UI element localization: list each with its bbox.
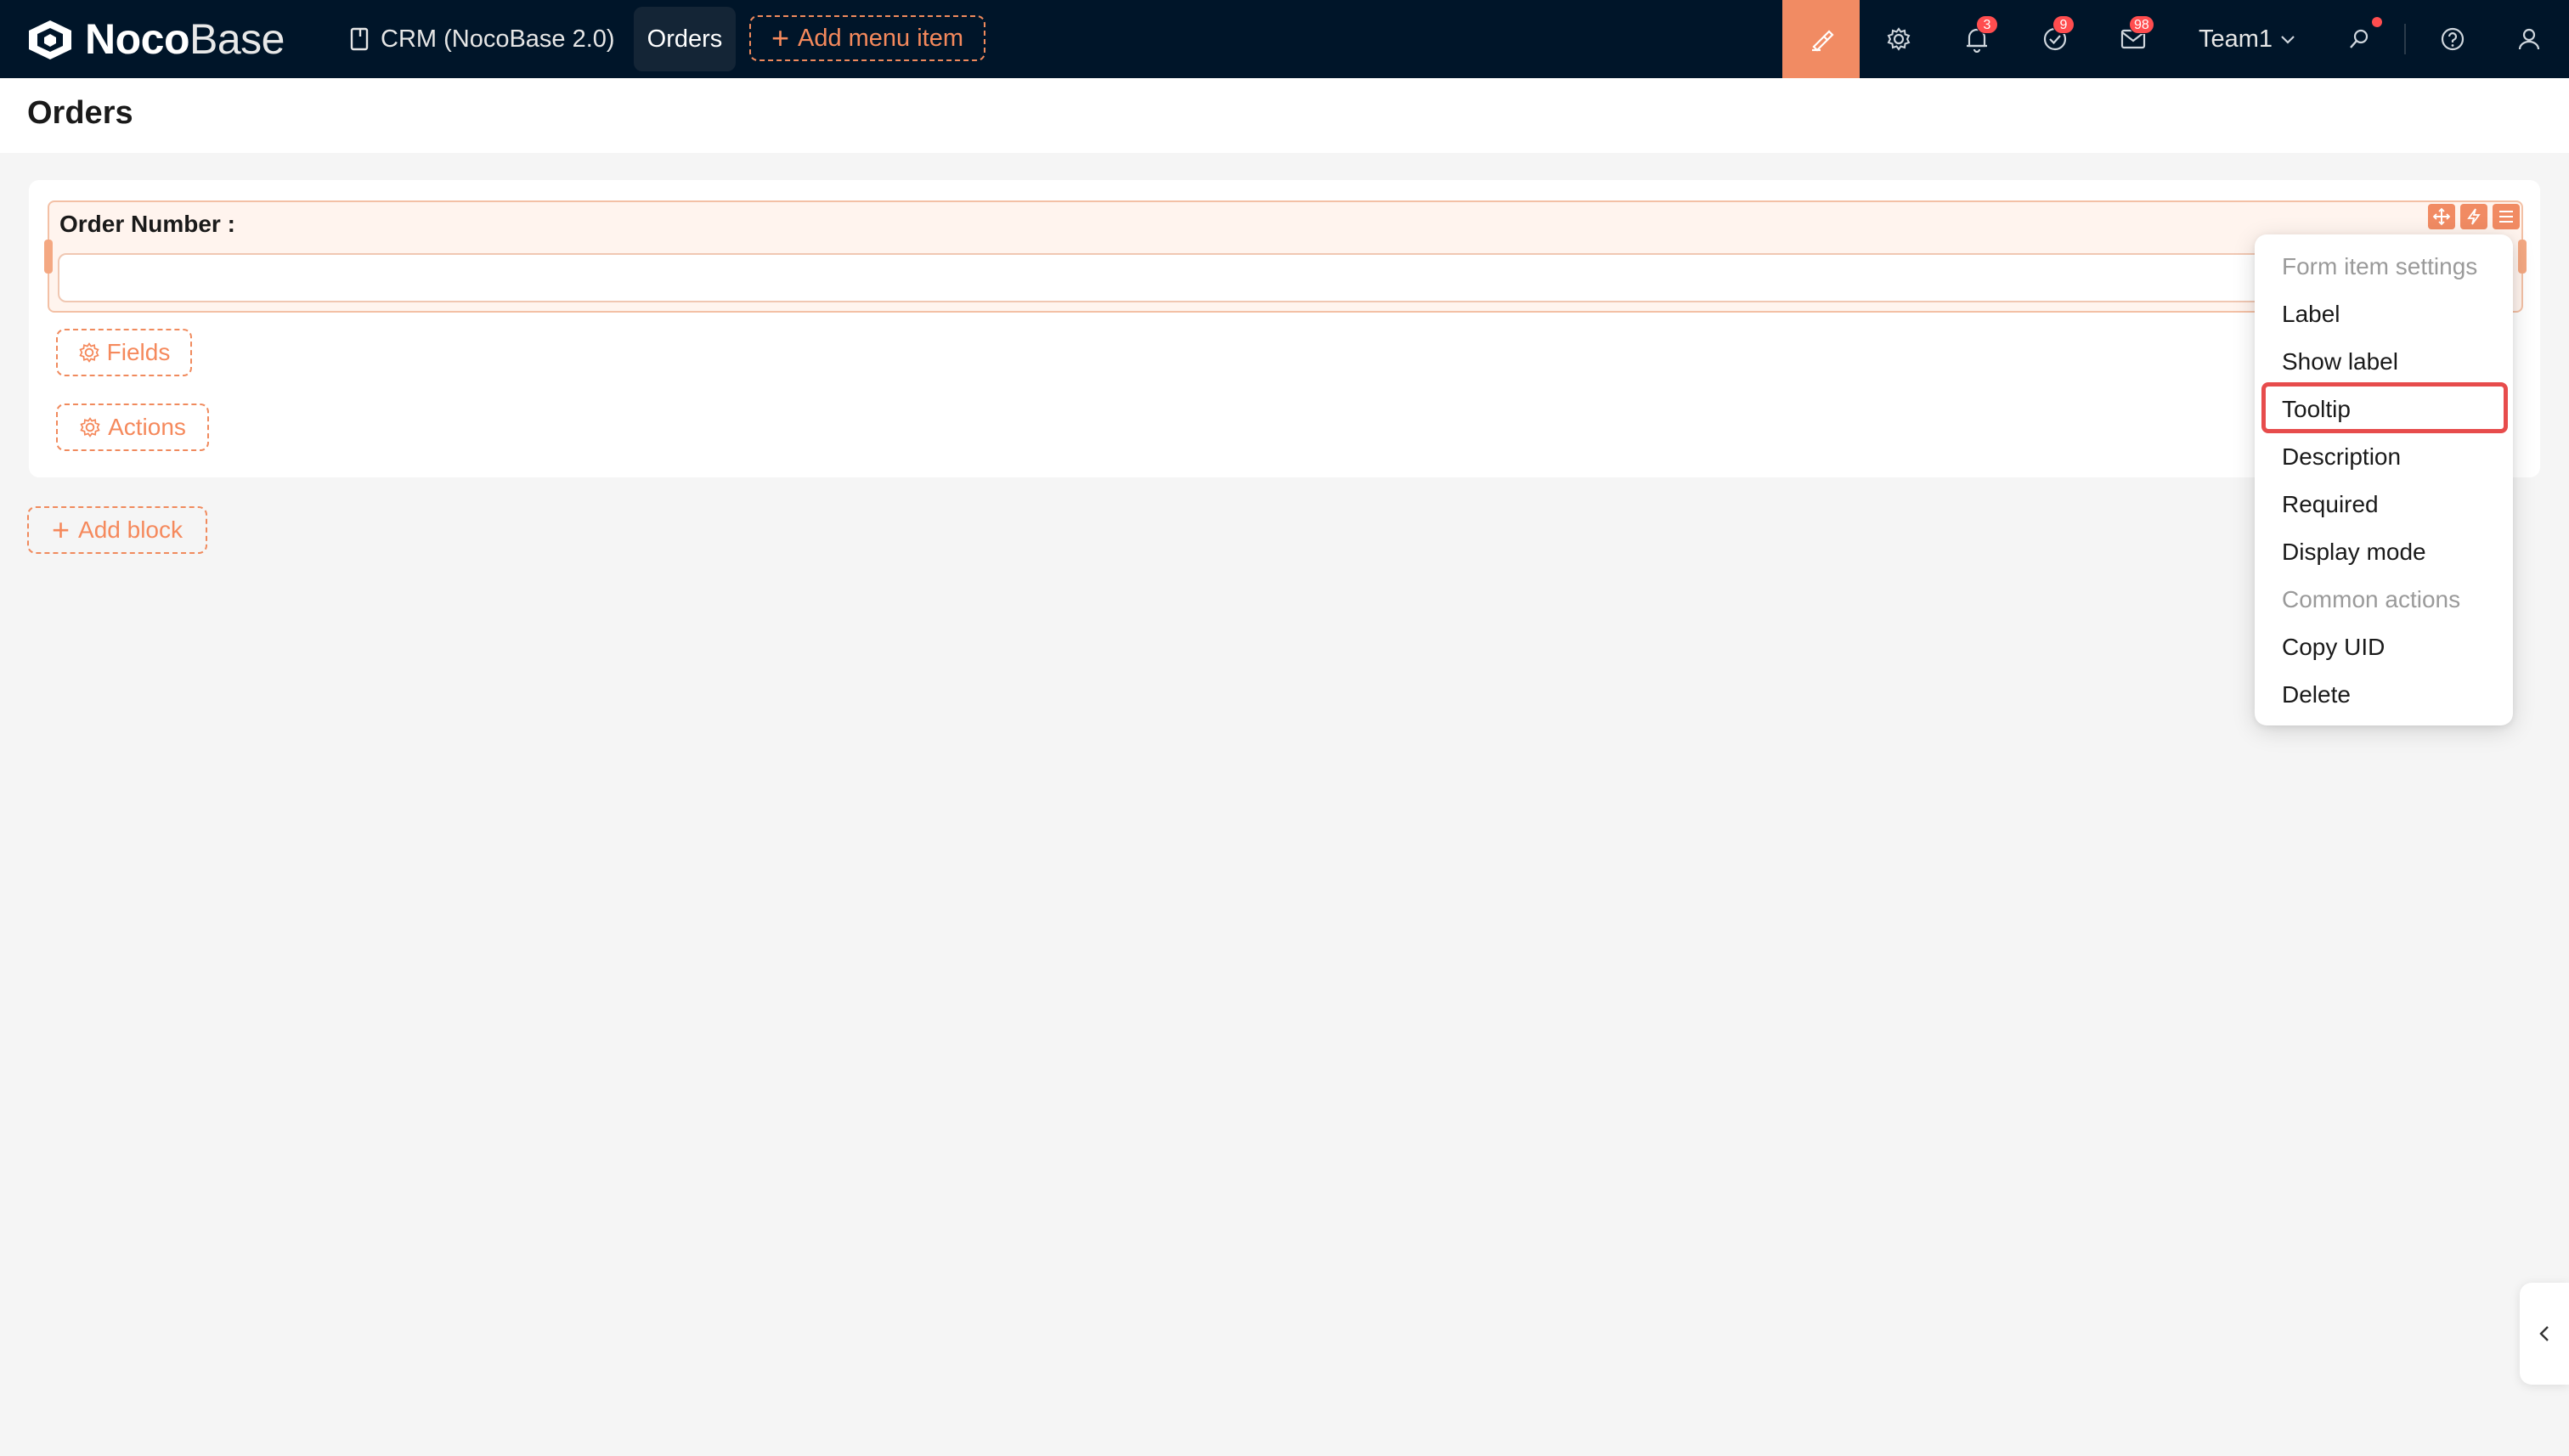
plus-icon: +	[771, 20, 789, 55]
page-icon	[350, 27, 369, 51]
search-dot	[2372, 17, 2382, 27]
search-icon	[2350, 29, 2369, 48]
form-item-toolbar	[2428, 204, 2520, 229]
gear-icon	[79, 342, 99, 363]
menu-group-form-item-settings: Form item settings	[2282, 253, 2478, 279]
search-button[interactable]	[2321, 0, 2397, 78]
add-menu-item-button[interactable]: + Add menu item	[749, 15, 985, 61]
item-settings-button[interactable]	[2493, 204, 2520, 229]
page-title: Orders	[27, 95, 133, 131]
resize-handle-right[interactable]	[2518, 240, 2527, 274]
help-button[interactable]	[2414, 0, 2491, 78]
add-block-button[interactable]: + Add block	[27, 506, 207, 554]
move-icon	[2432, 207, 2451, 226]
plus-icon: +	[52, 512, 71, 547]
tasks-badge: 9	[2052, 15, 2075, 34]
nocobase-logo-icon	[29, 20, 71, 59]
chevron-down-icon	[2281, 36, 2295, 44]
user-icon	[2518, 28, 2540, 50]
drag-move-button[interactable]	[2428, 204, 2455, 229]
tasks-button[interactable]: 9	[2017, 0, 2093, 78]
logo-text: NocoBase	[85, 15, 285, 63]
resize-handle-left[interactable]	[44, 240, 53, 274]
nav-orders[interactable]: Orders	[634, 7, 736, 71]
field-label: Order Number :	[59, 211, 235, 237]
top-navigation-bar: NocoBase CRM (NocoBase 2.0) Orders + Add…	[0, 0, 2569, 78]
side-panel-toggle[interactable]	[2520, 1283, 2569, 1385]
gear-icon	[1887, 27, 1911, 51]
question-circle-icon	[2441, 27, 2465, 51]
configure-actions-button[interactable]: Actions	[56, 404, 209, 451]
order-number-input[interactable]	[58, 253, 2369, 302]
user-account-button[interactable]	[2491, 0, 2567, 78]
add-block-label: Add block	[78, 516, 183, 543]
team-label: Team1	[2199, 25, 2273, 53]
form-block: Order Number : Fields Actions	[29, 180, 2540, 477]
nav-crm-label: CRM (NocoBase 2.0)	[381, 25, 615, 53]
lightning-icon	[2467, 208, 2481, 225]
messages-button[interactable]: 98	[2095, 0, 2171, 78]
linkage-rules-button[interactable]	[2460, 204, 2487, 229]
page-header: Orders	[0, 78, 2569, 153]
team-switcher[interactable]: Team1	[2199, 0, 2296, 78]
configure-fields-button[interactable]: Fields	[56, 329, 192, 376]
menu-item-description[interactable]: Description	[2282, 443, 2401, 471]
topbar-divider	[2404, 24, 2406, 54]
settings-button[interactable]	[1860, 0, 1937, 78]
nocobase-logo[interactable]: NocoBase	[25, 15, 285, 63]
menu-item-label[interactable]: Label	[2282, 301, 2340, 328]
menu-item-display-mode[interactable]: Display mode	[2282, 539, 2426, 566]
menu-item-required[interactable]: Required	[2282, 491, 2379, 518]
menu-item-delete[interactable]: Delete	[2282, 681, 2351, 708]
menu-icon	[2499, 211, 2513, 223]
menu-item-show-label[interactable]: Show label	[2282, 348, 2398, 375]
notifications-badge: 3	[1976, 15, 1998, 34]
form-item-settings-menu: Form item settings Label Show label Tool…	[2255, 234, 2513, 725]
messages-badge: 98	[2129, 15, 2154, 34]
chevron-left-icon	[2539, 1326, 2549, 1341]
nav-crm[interactable]: CRM (NocoBase 2.0)	[350, 7, 615, 71]
highlighter-icon	[1811, 30, 1834, 52]
form-item-order-number[interactable]: Order Number :	[44, 200, 2527, 313]
actions-button-label: Actions	[108, 414, 186, 440]
gear-icon	[80, 417, 100, 437]
add-menu-item-label: Add menu item	[797, 24, 964, 52]
notifications-button[interactable]: 3	[1939, 0, 2015, 78]
menu-group-common-actions: Common actions	[2282, 586, 2461, 612]
menu-item-tooltip[interactable]: Tooltip	[2282, 396, 2351, 423]
menu-item-copy-uid[interactable]: Copy UID	[2282, 634, 2385, 661]
ui-editor-toggle-button[interactable]	[1782, 0, 1860, 78]
fields-button-label: Fields	[106, 339, 171, 365]
